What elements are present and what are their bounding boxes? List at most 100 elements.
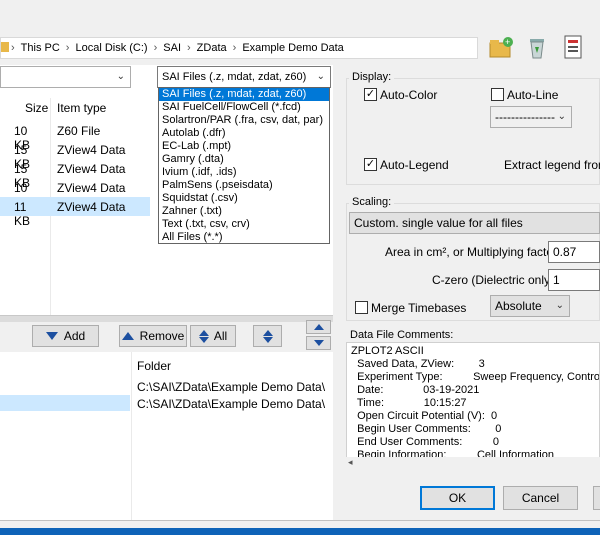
file-type-select[interactable]: SAI Files (.z, mdat, zdat, z60) ⌄	[157, 66, 331, 88]
comment-line: Experiment Type: Sweep Frequency, Contro	[351, 371, 600, 383]
comments-textbox[interactable]: ZPLOT2 ASCII Saved Data, ZView: 3 Experi…	[346, 342, 600, 470]
selected-files-list: Folder C:\SAI\ZData\Example Demo Data\ C…	[0, 352, 333, 520]
add-button-label: Add	[63, 329, 86, 343]
file-type-dropdown[interactable]: SAI Files (.z, mdat, zdat, z60) SAI Fuel…	[158, 87, 330, 244]
line-style-value: ---------------	[495, 110, 555, 124]
list-item-selected[interactable]: C:\SAI\ZData\Example Demo Data\	[130, 395, 333, 411]
breadcrumb[interactable]: › This PC › Local Disk (C:) › SAI › ZDat…	[0, 37, 478, 59]
file-type: ZView4 Data	[57, 162, 126, 176]
add-button[interactable]: Add	[32, 325, 99, 347]
ok-button-label: OK	[448, 491, 467, 505]
scaling-mode-select[interactable]: Custom. single value for all files	[349, 212, 600, 234]
comment-line: Saved Data, ZView: 3	[351, 358, 485, 370]
scaling-mode-value: Custom. single value for all files	[354, 216, 523, 230]
move-down-button[interactable]	[306, 336, 331, 350]
breadcrumb-local-disk[interactable]: Local Disk (C:)	[69, 42, 153, 54]
size-column-header[interactable]: Size	[25, 101, 48, 115]
list-item[interactable]: C:\SAI\ZData\Example Demo Data\	[0, 378, 333, 395]
czero-value: 1	[553, 273, 560, 287]
file-row-selected[interactable]: 11 KB ZView4 Data	[0, 197, 150, 228]
recycle-bin-icon[interactable]	[524, 34, 550, 60]
time-mode-value: Absolute	[495, 299, 542, 313]
scroll-left-icon[interactable]: ◂	[348, 457, 353, 468]
remove-button[interactable]: Remove	[119, 325, 187, 347]
comment-line: Date: 03-19-2021	[351, 384, 480, 396]
folder-icon	[1, 40, 11, 57]
file-type: ZView4 Data	[57, 143, 126, 157]
folder-path: C:\SAI\ZData\Example Demo Data\	[137, 380, 326, 394]
merge-timebases-checkbox[interactable]	[355, 301, 368, 314]
comment-line: End User Comments: 0	[351, 436, 499, 448]
file-size: 11 KB	[14, 200, 31, 228]
help-button[interactable]	[593, 486, 600, 510]
all-button[interactable]: All	[190, 325, 236, 347]
file-type: ZView4 Data	[57, 181, 126, 195]
swap-button[interactable]	[253, 325, 282, 347]
area-input[interactable]: 0.87	[548, 241, 600, 263]
folder-path: C:\SAI\ZData\Example Demo Data\	[137, 397, 326, 411]
file-type-option[interactable]: SAI Files (.z, mdat, zdat, z60)	[159, 88, 329, 101]
arrow-up-icon	[313, 324, 324, 330]
auto-legend-label: Auto-Legend	[380, 158, 449, 172]
file-type: Z60 File	[57, 124, 101, 138]
file-type-option[interactable]: Solartron/PAR (.fra, csv, dat, par)	[159, 114, 329, 127]
arrow-down-icon	[45, 332, 58, 340]
breadcrumb-zdata[interactable]: ZData	[191, 42, 233, 54]
properties-icon[interactable]	[560, 34, 586, 60]
file-type-option[interactable]: Gamry (.dta)	[159, 153, 329, 166]
file-type-option[interactable]: Squidstat (.csv)	[159, 192, 329, 205]
breadcrumb-example-demo-data[interactable]: Example Demo Data	[236, 42, 350, 54]
chevron-down-icon: ⌄	[116, 71, 125, 82]
breadcrumb-sai[interactable]: SAI	[157, 42, 187, 54]
auto-color-checkbox[interactable]: ✓	[364, 88, 377, 101]
horizontal-scrollbar[interactable]: ◂	[346, 457, 600, 470]
auto-legend-checkbox[interactable]: ✓	[364, 158, 377, 171]
breadcrumb-this-pc[interactable]: This PC	[15, 42, 66, 54]
merge-timebases-label: Merge Timebases	[371, 301, 467, 315]
item-type-column-header[interactable]: Item type	[57, 101, 106, 115]
auto-line-checkbox[interactable]	[491, 88, 504, 101]
comment-line: ZPLOT2 ASCII	[351, 345, 424, 357]
comment-line: Time: 10:15:27	[351, 397, 467, 409]
up-down-arrows-icon	[198, 329, 209, 343]
file-type-option[interactable]: EC-Lab (.mpt)	[159, 140, 329, 153]
auto-color-label: Auto-Color	[380, 88, 438, 102]
taskbar-edge	[0, 528, 600, 535]
comment-line: Begin User Comments: 0	[351, 423, 502, 435]
svg-text:+: +	[505, 37, 510, 47]
area-value: 0.87	[553, 245, 577, 259]
line-style-select[interactable]: --------------- ⌄	[490, 106, 572, 128]
cancel-button[interactable]: Cancel	[503, 486, 578, 510]
arrow-up-icon	[121, 332, 134, 340]
comments-label: Data File Comments:	[350, 329, 454, 341]
czero-input[interactable]: 1	[548, 269, 600, 291]
time-mode-select[interactable]: Absolute ⌄	[490, 295, 570, 317]
comment-line: Open Circuit Potential (V): 0	[351, 410, 498, 422]
file-type-option[interactable]: Ivium (.idf, .ids)	[159, 166, 329, 179]
all-button-label: All	[213, 329, 228, 343]
czero-label: C-zero (Dielectric only):	[432, 273, 558, 287]
file-type-option[interactable]: Text (.txt, csv, crv)	[159, 218, 329, 231]
swap-arrows-icon	[262, 329, 273, 343]
search-combo[interactable]: ⌄	[0, 66, 131, 88]
file-type-option[interactable]: Zahner (.txt)	[159, 205, 329, 218]
move-up-button[interactable]	[306, 320, 331, 334]
chevron-down-icon: ⌄	[557, 111, 566, 122]
pane-splitter[interactable]	[0, 315, 333, 322]
file-type-option[interactable]: Autolab (.dfr)	[159, 127, 329, 140]
auto-line-label: Auto-Line	[507, 88, 559, 102]
file-type-selected: SAI Files (.z, mdat, zdat, z60)	[162, 71, 307, 83]
file-type-option[interactable]: SAI FuelCell/FlowCell (*.fcd)	[159, 101, 329, 114]
chevron-down-icon: ⌄	[555, 300, 564, 311]
selected-row-highlight[interactable]	[0, 395, 130, 411]
ok-button[interactable]: OK	[420, 486, 495, 510]
chevron-down-icon: ⌄	[316, 71, 325, 82]
file-type-option[interactable]: All Files (*.*)	[159, 231, 329, 244]
remove-button-label: Remove	[139, 329, 185, 343]
file-type: ZView4 Data	[57, 200, 126, 214]
new-folder-icon[interactable]: +	[488, 34, 514, 60]
cancel-button-label: Cancel	[521, 491, 560, 505]
area-label: Area in cm², or Multiplying factor:	[385, 245, 561, 259]
file-type-option[interactable]: PalmSens (.pseisdata)	[159, 179, 329, 192]
folder-column-header[interactable]: Folder	[137, 359, 171, 373]
